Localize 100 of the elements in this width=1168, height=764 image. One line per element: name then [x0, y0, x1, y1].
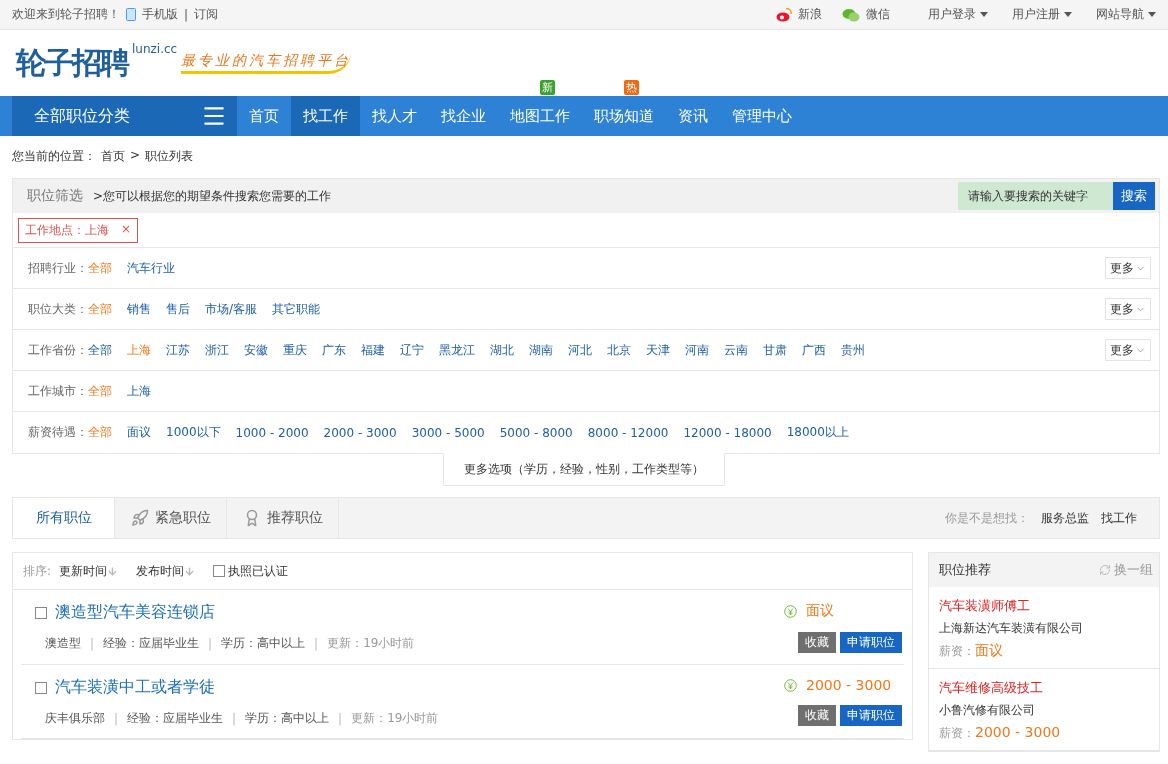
social-link[interactable]: 微信	[866, 6, 890, 23]
filter-option[interactable]: 重庆	[283, 341, 307, 359]
filter-option[interactable]: 湖南	[529, 341, 553, 359]
more-options-tab[interactable]: 更多选项（学历，经验，性别，工作类型等）	[443, 453, 725, 486]
job-meta: 澳造型	[45, 635, 81, 652]
job-title-link[interactable]: 澳造型汽车美容连锁店	[55, 602, 215, 623]
welcome-text: 欢迎来到轮子招聘！	[12, 6, 120, 23]
filter-option[interactable]: 上海	[127, 382, 151, 400]
filter-option[interactable]: 广西	[802, 341, 826, 359]
filter-option[interactable]: 云南	[724, 341, 748, 359]
filter-option[interactable]: 江苏	[166, 341, 190, 359]
category-label: 全部职位分类	[34, 105, 130, 127]
sort-link[interactable]: 发布时间	[136, 562, 196, 580]
filter-option[interactable]: 1000以下	[166, 424, 221, 441]
nav-item[interactable]: 地图工作	[498, 96, 582, 136]
favorite-button[interactable]: 收藏	[798, 705, 836, 726]
job-title-link[interactable]: 汽车装潢中工或者学徒	[55, 677, 215, 698]
top-link[interactable]: 手机版	[142, 6, 178, 23]
weibo-icon	[776, 7, 792, 22]
suggest-link[interactable]: 找工作	[1101, 509, 1137, 527]
job-meta: 学历：高中以上	[221, 635, 306, 652]
logo-text: 轮子招聘	[16, 43, 128, 82]
sort-link[interactable]: 更新时间	[59, 562, 119, 580]
filter-option[interactable]: 市场/客服	[205, 300, 258, 318]
filter-option[interactable]: 1000 - 2000	[235, 425, 309, 440]
sort-label: 排序:	[23, 562, 52, 580]
separator-text: |	[338, 711, 343, 726]
job-meta: 庆丰俱乐部	[45, 710, 105, 727]
nav-item[interactable]: 找工作	[291, 96, 360, 136]
job-meta: 学历：高中以上	[245, 710, 330, 727]
search-button[interactable]: 搜索	[1113, 182, 1155, 210]
apply-button[interactable]: 申请职位	[840, 705, 902, 726]
filter-option[interactable]: 湖北	[490, 341, 514, 359]
filter-option[interactable]: 天津	[646, 341, 670, 359]
more-button[interactable]: 更多	[1105, 298, 1151, 320]
search-field[interactable]: 请输入要搜索的关键字	[958, 182, 1113, 210]
license-checkbox[interactable]: 执照已认证	[213, 562, 289, 580]
filter-option[interactable]: 辽宁	[400, 341, 424, 359]
filter-option[interactable]: 安徽	[244, 341, 268, 359]
filter-option[interactable]: 5000 - 8000	[499, 425, 573, 440]
filter-label: 职位大类：	[28, 300, 88, 318]
job-checkbox[interactable]	[35, 681, 47, 694]
breadcrumb-link[interactable]: 职位列表	[145, 148, 194, 165]
filter-option[interactable]: 18000以上	[786, 424, 849, 441]
job-checkbox[interactable]	[35, 606, 47, 619]
filter-option[interactable]: 河南	[685, 341, 709, 359]
salary-label: 薪资：	[939, 643, 975, 660]
filter-label: 招聘行业：	[28, 259, 88, 277]
logo-domain: lunzi.cc	[132, 42, 178, 56]
slogan-text: 最专业的汽车招聘平台	[181, 52, 352, 74]
arrow-down-icon	[184, 565, 196, 577]
filter-option[interactable]: 3000 - 5000	[411, 425, 485, 440]
filter-option[interactable]: 福建	[361, 341, 385, 359]
side-title: 职位推荐	[939, 561, 991, 579]
dropdown-menu[interactable]: 网站导航	[1096, 6, 1156, 23]
nav-item[interactable]: 职场知道	[582, 96, 666, 136]
filter-option[interactable]: 其它职能	[272, 300, 321, 318]
dropdown-menu[interactable]: 用户注册	[1012, 6, 1072, 23]
nav-item[interactable]: 管理中心	[720, 96, 804, 136]
nav-item[interactable]: 首页	[237, 96, 291, 136]
job-meta: 更新：19小时前	[351, 710, 439, 727]
filter-option[interactable]: 全部	[88, 341, 112, 359]
filter-option[interactable]: 甘肃	[763, 341, 787, 359]
filter-option[interactable]: 12000 - 18000	[683, 425, 772, 440]
category-menu[interactable]: 全部职位分类	[12, 96, 237, 136]
breadcrumb-link[interactable]: 首页	[101, 148, 125, 165]
social-link[interactable]: 新浪	[798, 6, 822, 23]
recommend-job-link[interactable]: 汽车装潢师傅工	[939, 597, 1149, 615]
filter-option[interactable]: 销售	[127, 300, 151, 318]
filter-tag[interactable]: 工作地点：上海 ×	[18, 217, 139, 243]
filter-option[interactable]: 浙江	[205, 341, 229, 359]
filter-label: 工作城市：	[28, 382, 88, 400]
filter-option[interactable]: 售后	[166, 300, 190, 318]
filter-option[interactable]: 广东	[322, 341, 346, 359]
nav-item[interactable]: 找企业	[429, 96, 498, 136]
more-button[interactable]: 更多	[1105, 339, 1151, 361]
filter-label: 薪资待遇：	[28, 424, 88, 441]
filter-option[interactable]: 8000 - 12000	[587, 425, 669, 440]
filter-label: 工作省份：	[28, 341, 88, 359]
more-button[interactable]: 更多	[1105, 257, 1151, 279]
filter-option[interactable]: 2000 - 3000	[323, 425, 397, 440]
favorite-button[interactable]: 收藏	[798, 632, 836, 653]
yuan-icon	[784, 678, 797, 692]
separator-text: |	[232, 711, 237, 726]
nav-item[interactable]: 找人才	[360, 96, 429, 136]
nav-item[interactable]: 资讯	[666, 96, 720, 136]
filter-option[interactable]: 汽车行业	[127, 259, 175, 277]
filter-option[interactable]: 北京	[607, 341, 631, 359]
top-link[interactable]: 订阅	[194, 6, 219, 23]
filter-option[interactable]: 河北	[568, 341, 592, 359]
tab[interactable]: 所有职位	[13, 498, 115, 538]
job-meta: 经验：应届毕业生	[127, 710, 224, 727]
filter-option[interactable]: 贵州	[841, 341, 865, 359]
filter-option[interactable]: 面议	[127, 424, 151, 441]
company-name: 小鲁汽修有限公司	[939, 702, 1036, 719]
filter-option[interactable]: 黑龙江	[439, 341, 475, 359]
recommend-job-link[interactable]: 汽车维修高级技工	[939, 679, 1149, 697]
apply-button[interactable]: 申请职位	[840, 632, 902, 653]
dropdown-menu[interactable]: 用户登录	[928, 6, 988, 23]
suggest-link[interactable]: 服务总监	[1041, 509, 1089, 527]
